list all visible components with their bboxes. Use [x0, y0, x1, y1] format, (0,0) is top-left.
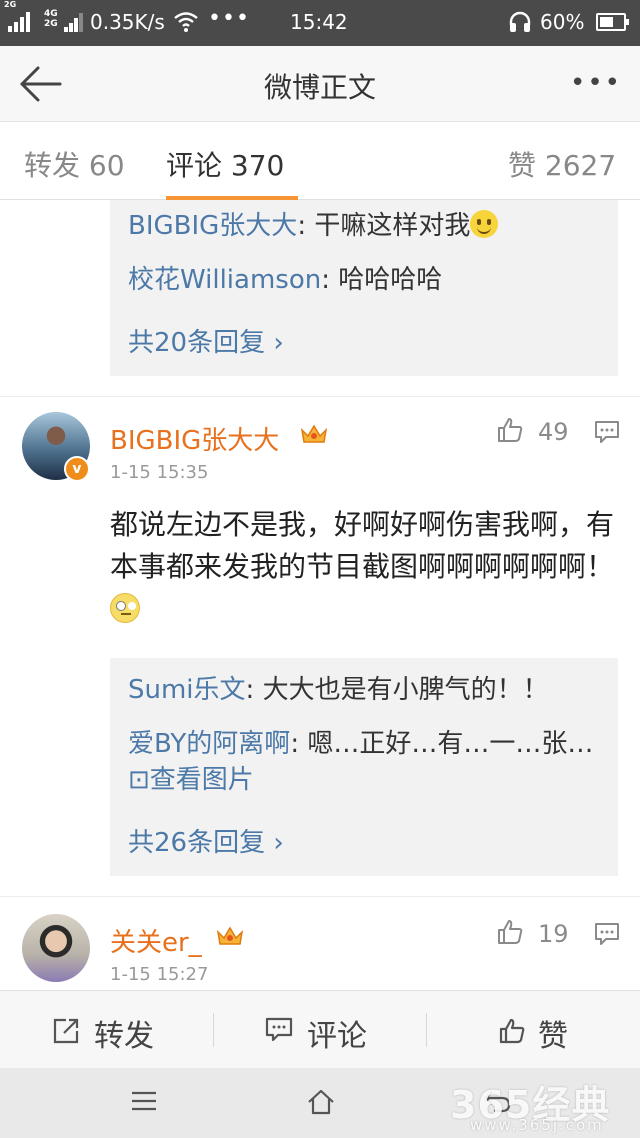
nav-bar: 微博正文 ••• [0, 46, 640, 122]
network-label-top: 2G [4, 0, 17, 9]
reply-item: BIGBIG张大大: 干嘛这样对我 [128, 208, 600, 244]
like-button[interactable]: 赞 [426, 991, 639, 1069]
comment-time: 1-15 15:35 [110, 462, 209, 483]
divider [0, 896, 640, 897]
more-replies-link[interactable]: 共26条回复 › [128, 822, 284, 859]
headset-icon [509, 11, 531, 32]
wifi-icon [174, 12, 198, 32]
more-dots-icon[interactable]: ••• [570, 68, 622, 98]
vip-crown-icon [216, 926, 244, 945]
comment-label: 评论 [307, 1019, 367, 1054]
divider [0, 396, 640, 397]
thumbs-up-icon[interactable] [496, 416, 524, 444]
avatar[interactable] [22, 914, 90, 982]
view-image-link[interactable]: ⊡查看图片 [128, 765, 254, 795]
reply-item: 爱BY的阿离啊: 嗯…正好…有…一…张… ⊡查看图片 [128, 729, 594, 795]
reply-user-link[interactable]: Sumi乐文 [128, 675, 246, 705]
reply-user-link[interactable]: 爱BY的阿离啊 [128, 729, 290, 759]
network-speed: 0.35K/s [90, 10, 165, 34]
comment-button[interactable]: 评论 [213, 991, 426, 1069]
tab-reposts[interactable]: 转发 60 [24, 144, 125, 184]
comment-icon [265, 1017, 293, 1042]
eye-roll-emoji-icon [110, 593, 140, 623]
repost-icon [53, 1018, 79, 1044]
comment-time: 1-15 15:27 [110, 964, 209, 985]
home-icon[interactable] [306, 1088, 336, 1116]
reply-text: 嗯…正好…有…一…张… [307, 729, 594, 759]
like-label: 赞 [538, 1019, 568, 1054]
reply-item: Sumi乐文: 大大也是有小脾气的！！ [128, 675, 549, 705]
like-count: 49 [538, 418, 569, 446]
smile-emoji-icon [470, 210, 499, 238]
notification-dots: ••• [208, 6, 250, 31]
network-label-bottom: 2G [44, 19, 58, 29]
signal-icon-2 [64, 12, 84, 32]
menu-icon[interactable] [130, 1088, 158, 1114]
tab-likes[interactable]: 赞 2627 [508, 144, 616, 184]
clock: 15:42 [290, 10, 348, 34]
tab-comments[interactable]: 评论 370 [166, 144, 284, 184]
reply-comment-icon[interactable] [594, 420, 620, 444]
comment-tabs: 转发 60 评论 370 赞 2627 [0, 122, 640, 200]
status-bar: 2G 4G 2G 0.35K/s ••• 15:42 60% [0, 0, 640, 46]
comment-username[interactable]: 关关er_ [110, 922, 202, 959]
watermark-url: www.365j.com [470, 1116, 604, 1134]
reply-text: 大大也是有小脾气的！！ [262, 675, 549, 705]
more-replies-link[interactable]: 共20条回复 › [128, 322, 284, 359]
thumbs-up-icon[interactable] [496, 918, 524, 946]
reply-user-link[interactable]: 校花Williamson [128, 265, 321, 295]
reply-item: 校花Williamson: 哈哈哈哈 [128, 265, 443, 295]
comment-username[interactable]: BIGBIG张大大 [110, 420, 279, 457]
reply-box: BIGBIG张大大: 干嘛这样对我 校花Williamson: 哈哈哈哈 共20… [110, 200, 618, 376]
like-count: 19 [538, 920, 569, 948]
reply-text: 哈哈哈哈 [338, 265, 443, 295]
signal-icon [8, 12, 32, 32]
network-label-mid: 4G [44, 9, 58, 19]
reply-box: Sumi乐文: 大大也是有小脾气的！！ 爱BY的阿离啊: 嗯…正好…有…一…张…… [110, 658, 618, 876]
comment-body: 都说左边不是我，好啊好啊伤害我啊，有本事都来发我的节目截图啊啊啊啊啊啊！ [110, 504, 620, 630]
action-bar: 转发 评论 赞 [0, 990, 640, 1068]
repost-label: 转发 [94, 1019, 154, 1054]
page-title: 微博正文 [263, 71, 376, 104]
reply-user-link[interactable]: BIGBIG张大大 [128, 211, 297, 241]
battery-percent: 60% [540, 10, 585, 34]
verified-badge-icon: v [64, 456, 90, 482]
repost-button[interactable]: 转发 [0, 991, 213, 1069]
battery-icon [596, 13, 629, 31]
vip-crown-icon [300, 424, 328, 443]
reply-comment-icon[interactable] [594, 922, 620, 946]
network-label: 4G 2G [44, 9, 58, 29]
like-icon [499, 1018, 525, 1044]
reply-text: 干嘛这样对我 [314, 211, 471, 241]
